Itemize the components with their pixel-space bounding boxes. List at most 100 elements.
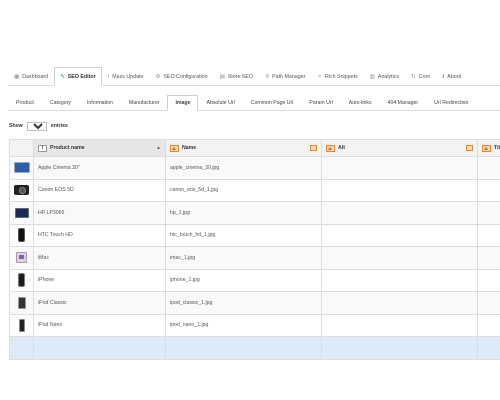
show-label: Show [9, 123, 23, 129]
image-seo-table: iProduct name ▲ Name Alt Title Apple Cinema … [9, 139, 500, 360]
image-icon [170, 144, 179, 152]
column-header-title[interactable]: Title [477, 139, 500, 157]
product-name-cell: iMac [33, 246, 166, 270]
column-header-name[interactable]: Name [165, 139, 322, 157]
nav-tab-rich-snippets[interactable]: ✧ Rich Snippets [311, 67, 363, 86]
info-icon: i [38, 144, 47, 152]
thumbnail-cell [9, 223, 34, 247]
image-name-cell[interactable]: canon_eos_5d_1.jpg [165, 178, 322, 202]
nav-tab-label: Cron [418, 73, 431, 80]
image-name-cell[interactable]: htc_touch_hd_1.jpg [165, 223, 322, 247]
nav-tab-label: About [447, 73, 462, 80]
link-icon: ⚲ [265, 73, 270, 80]
alt-cell[interactable] [321, 291, 478, 315]
table-row[interactable]: iPhone iphone_1.jpg [9, 268, 500, 292]
nav-tab-seo-configuration[interactable]: ⚙ SEO Configuration [149, 67, 213, 86]
title-cell[interactable] [477, 268, 500, 292]
title-cell[interactable] [477, 246, 500, 270]
nav-tab-label: Rich Snippets [325, 73, 358, 80]
nav-tab-store-seo[interactable]: ▤ Store SEO [214, 67, 260, 86]
alt-cell[interactable] [321, 156, 478, 180]
title-cell[interactable] [477, 291, 500, 315]
alt-cell[interactable] [321, 223, 478, 247]
table-row[interactable] [9, 336, 500, 360]
nav-tab-analytics[interactable]: ▥ Analytics [364, 67, 405, 86]
title-cell[interactable] [477, 223, 500, 247]
subtab-manufacturer[interactable]: Manufacturer [121, 95, 168, 111]
title-cell[interactable] [477, 178, 500, 202]
thumbnail-cell [9, 313, 34, 337]
alt-cell[interactable] [321, 246, 478, 270]
subtab-404-manager[interactable]: 404 Manager [380, 95, 427, 111]
alt-cell[interactable] [321, 313, 478, 337]
nav-tab-label: Store SEO [227, 73, 254, 80]
product-name-cell: HTC Touch HD [33, 223, 166, 247]
title-cell[interactable] [477, 201, 500, 225]
thumbnail-cell [9, 291, 34, 315]
empty-cell [33, 336, 166, 360]
table-row[interactable]: HTC Touch HD htc_touch_hd_1.jpg [9, 223, 500, 247]
camera-thumbnail [14, 185, 29, 196]
nav-tab-cron[interactable]: ↻ Cron [405, 67, 436, 86]
image-picker-icon[interactable] [310, 145, 317, 151]
subtab-information[interactable]: Information [79, 95, 121, 111]
seo-editor-subtabs: Product Category Information Manufacturer Im… [8, 95, 500, 111]
entries-per-page-select[interactable]: 10 [26, 121, 47, 131]
image-picker-icon[interactable] [466, 145, 473, 151]
nav-tab-label: SEO Editor [67, 73, 96, 80]
image-name-cell[interactable]: hp_1.jpg [165, 201, 322, 225]
product-name-cell: Canon EOS 5D [33, 178, 166, 202]
subtab-absolute-url[interactable]: Absolute Url [198, 95, 242, 111]
subtab-auto-links[interactable]: Auto-links [341, 95, 380, 111]
monitor-thumbnail [14, 162, 30, 174]
empty-cell [321, 336, 478, 360]
product-name-cell: iPod Nano [33, 313, 166, 337]
alt-cell[interactable] [321, 201, 478, 225]
subtab-product[interactable]: Product [8, 95, 42, 111]
image-name-cell[interactable]: ipod_nano_1.jpg [165, 313, 322, 337]
nav-tab-path-manager[interactable]: ⚲ Path Manager [259, 67, 311, 86]
table-body: Apple Cinema 30" apple_cinema_30.jpg Canon… [9, 156, 500, 360]
title-cell[interactable] [477, 156, 500, 180]
table-header-row: iProduct name ▲ Name Alt Title [9, 139, 500, 157]
seo-module-page: ▦ Dashboard ✎ SEO Editor! Mass Update ⚙ SEO Co… [0, 0, 500, 400]
image-name-cell[interactable]: imac_1.jpg [165, 246, 322, 270]
alt-cell[interactable] [321, 268, 478, 292]
table-row[interactable]: Canon EOS 5D canon_eos_5d_1.jpg [9, 178, 500, 202]
table-row[interactable]: HP LP3065 hp_1.jpg [9, 201, 500, 225]
image-name-cell[interactable]: apple_cinema_30.jpg [165, 156, 322, 180]
title-cell[interactable] [477, 313, 500, 337]
product-name-cell: Apple Cinema 30" [33, 156, 166, 180]
subtab-common-page-url[interactable]: Common Page Url [243, 95, 302, 111]
column-header-product-name[interactable]: i Product name ▲ [33, 139, 166, 157]
nav-tab-about[interactable]: ℹ About [436, 67, 467, 86]
nav-tab-seo-editor[interactable]: ✎ SEO Editor [54, 67, 102, 86]
chart-icon: ▥ [369, 73, 375, 80]
subtab-param-url[interactable]: Param Url [301, 95, 340, 111]
alt-cell[interactable] [321, 178, 478, 202]
subtab-category[interactable]: Category [42, 95, 79, 111]
table-row[interactable]: iMac imac_1.jpg [9, 246, 500, 270]
table-row[interactable]: iPod Nano ipod_nano_1.jpg [9, 313, 500, 337]
table-row[interactable]: iPod Classic ipod_classic_1.jpg [9, 291, 500, 315]
nav-tab-dashboard[interactable]: ▦ Dashboard [8, 67, 54, 86]
subtab-image[interactable]: Image [167, 95, 199, 111]
image-name-cell[interactable]: iphone_1.jpg [165, 268, 322, 292]
subtab-url-redirection[interactable]: Url Redirection [426, 95, 476, 111]
thumbnail-cell [9, 156, 34, 180]
image-name-cell[interactable]: ipod_classic_1.jpg [165, 291, 322, 315]
entries-label: entries [50, 123, 68, 129]
sort-asc-icon[interactable]: ▲ [156, 145, 161, 151]
column-header-thumbnail [9, 139, 34, 157]
store-icon: ▤ [219, 73, 225, 80]
refresh-icon: ↻ [411, 73, 416, 80]
nav-tab-label: Analytics [377, 73, 400, 80]
table-row[interactable]: Apple Cinema 30" apple_cinema_30.jpg [9, 156, 500, 180]
nav-tab-mass-update[interactable]: ! Mass Update [102, 67, 150, 86]
nav-tab-label: Dashboard [22, 73, 49, 80]
nav-tab-label: SEO Configuration [163, 73, 208, 80]
empty-cell [165, 336, 322, 360]
laptop-thumbnail [14, 207, 29, 218]
column-header-alt[interactable]: Alt [321, 139, 478, 157]
nav-tab-label: Mass Update [112, 73, 144, 80]
